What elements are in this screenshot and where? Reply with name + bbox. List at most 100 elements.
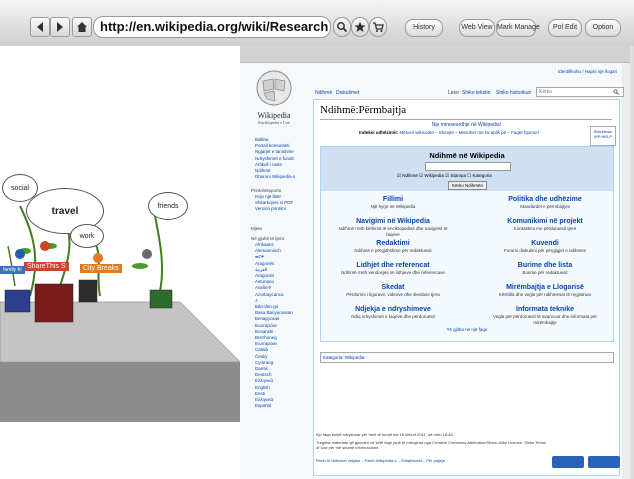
help-section-desc: Ndihmë rreth vendosjes së lidhjeve dhe r… [341, 270, 445, 275]
checkbox-help[interactable]: ☑ Ndihmë [397, 173, 418, 178]
help-section-desc: Standardet e përmbajtjes [519, 204, 571, 209]
sidebar-print-link[interactable]: Version printimi [255, 206, 293, 212]
help-section-title[interactable]: Informata teknike [485, 306, 605, 313]
help-box: Ndihmë në Wikipedia ☑ Ndihmë ☑ Wikipedia… [320, 146, 614, 342]
tab-history[interactable]: Shiko historikun [496, 90, 531, 96]
back-arrow-icon [37, 22, 43, 32]
3d-bookmark-scene: social travel work friends ShareThis S C… [0, 46, 240, 479]
search-button[interactable] [333, 17, 351, 37]
print-export-heading[interactable]: Printo/eksporto [251, 187, 293, 194]
navigation-links: Ballina Portali komuniteti Ngjarjet e tani… [255, 137, 295, 180]
help-section-desc: Përdorimi i figurave, videove dhe skedav… [346, 292, 440, 297]
help-section-title[interactable]: Ndjekja e ndryshimeve [333, 306, 453, 313]
cart-button[interactable] [369, 17, 387, 37]
tab-discussion[interactable]: Diskutimet [336, 90, 359, 96]
tab-help[interactable]: Ndihmë [315, 90, 332, 96]
print-export-links: Krijo një libër Shkarkojeni si PDF Version… [255, 194, 293, 213]
help-section-title[interactable]: Navigimi në Wikipedia [333, 218, 453, 225]
footer-links[interactable]: Rreth të dhënave vetjake – Rreth Wikiped… [316, 458, 445, 463]
help-section: Kuvendi Forumi diskutimi për përgjigjet e… [485, 240, 605, 254]
checkbox-wikipedia[interactable]: ☑ Wikipedia [419, 173, 444, 178]
help-section: Komunikimi në projekt Kontaktimi me përdo… [485, 218, 605, 232]
help-section-title[interactable]: Lidhjet dhe referencat [333, 262, 453, 269]
history-button[interactable]: History [405, 19, 443, 37]
title-divider [320, 119, 612, 120]
browser-toolbar: http://en.wikipedia.org/wiki/Research Hi… [0, 0, 634, 47]
back-button[interactable] [30, 17, 50, 37]
language-links: Afrikaans Alemannisch ወርቅ Aragonés العربية Ar… [255, 242, 293, 409]
forward-button[interactable] [50, 17, 70, 37]
help-section-title[interactable]: Mirëmbajtja e Llogarisë [485, 284, 605, 291]
help-section-desc: Një hyrje në Wikipedia [370, 204, 416, 209]
intro-label: Indeksi udhëzimit: [359, 130, 399, 135]
sidebar-nav-link[interactable]: Ngjarjet e tanishme [255, 149, 295, 155]
shortcut-box[interactable]: Shkurtesa: WP:HELP [590, 126, 616, 146]
mark-manage-button[interactable]: Mark Manage [496, 19, 540, 37]
tag-bubble-friends[interactable]: friends [148, 192, 188, 220]
help-section-title[interactable]: Politika dhe udhëzime [485, 196, 605, 203]
checkbox-category[interactable]: ☐ Kategoria [467, 173, 492, 178]
tab-view-source[interactable]: Shiko tekstin [462, 90, 490, 96]
search-help-button[interactable]: Kërko Ndihmën [448, 181, 488, 190]
help-box-title: Ndihmë në Wikipedia [429, 151, 505, 160]
intro-links[interactable]: Mësoni wikicodet – Shenjtit – Mesohet me… [400, 130, 539, 135]
wikimedia-badge[interactable] [552, 456, 584, 468]
option-button[interactable]: Option [585, 19, 621, 37]
help-section-desc: Ndihmë e përgjithshme për redaktuesit [354, 248, 432, 253]
web-view-scrollbar[interactable] [630, 46, 634, 479]
help-section-desc: Ndiq ndryshimet e faqeve dhe përdoruesit [351, 314, 435, 319]
help-section: Navigimi në Wikipedia Ndihmë rreth kërkim… [333, 218, 453, 237]
sidebar-nav-link[interactable]: Ndryshimet e fundit [255, 156, 295, 162]
web-view-panel: Identifikohu / Hapni një llogari Wikiped… [240, 46, 630, 479]
tag-bubble-work[interactable]: work [70, 224, 104, 248]
help-section: Burime dhe lista Burime për redaktuesit [485, 262, 605, 276]
help-section-desc: Këshilla dhe vegla për ndihmesat të regj… [498, 292, 592, 297]
checkbox-templates[interactable]: ☑ Stampa [445, 173, 466, 178]
help-section: Ndjekja e ndryshimeve Ndiq ndryshimet e f… [333, 306, 453, 320]
star-icon [354, 21, 366, 32]
help-section: Fillimi Një hyrje në Wikipedia [333, 196, 453, 210]
home-button[interactable] [72, 17, 92, 37]
help-section-title[interactable]: Skedat [333, 284, 453, 291]
search-icon [337, 22, 348, 33]
help-section-title[interactable]: Redaktimi [333, 240, 453, 247]
login-link[interactable]: Identifikohu / Hapni një llogari [558, 69, 617, 74]
url-text: http://en.wikipedia.org/wiki/Research [100, 19, 329, 34]
address-bar[interactable]: http://en.wikipedia.org/wiki/Research [93, 16, 331, 38]
bookmark-tag-family[interactable]: family fri [0, 266, 25, 274]
mediawiki-badge[interactable] [588, 456, 620, 468]
help-search-options: ☑ Ndihmë ☑ Wikipedia ☑ Stampa ☐ Kategori… [397, 173, 492, 179]
help-section-title[interactable]: Fillimi [333, 196, 453, 203]
help-section-desc: Forumi diskutimi për përgjigjet e ndihmë… [503, 248, 587, 253]
bookmark-tag-city-breaks[interactable]: City Breaks [80, 264, 122, 273]
sidebar-nav-link[interactable]: Dhuroni Wikipedia-s [255, 174, 295, 180]
article-content: Ndihmë:Përmbajtja Nje mireseardhje në Wi… [313, 99, 620, 476]
languages-heading[interactable]: Në gjuhë të tjera [251, 235, 293, 242]
page-title: Ndihmë:Përmbajtja [320, 104, 407, 116]
help-section: Informata teknike Vegla për përdoruesit t… [485, 306, 605, 325]
help-section-title[interactable]: Komunikimi në projekt [485, 218, 605, 225]
sidebar-language-link[interactable]: Español [255, 403, 293, 409]
bookmark-tag-sharethis[interactable]: ShareThis S [24, 262, 69, 271]
category-bar[interactable]: Kategoria: Wikipedia [320, 352, 614, 363]
tools-heading[interactable]: Mjete [251, 225, 262, 232]
footer-modified: Kjo faqe është ndryshuar për herë të fun… [316, 432, 454, 437]
help-search-input[interactable] [425, 162, 511, 171]
help-section: Lidhjet dhe referencat Ndihmë rreth vendo… [333, 262, 453, 276]
pol-edit-button[interactable]: Pol Edit [548, 19, 582, 37]
wiki-search-input[interactable] [536, 87, 624, 97]
help-section-title[interactable]: Burime dhe lista [485, 262, 605, 269]
search-icon[interactable] [613, 89, 619, 95]
web-view-header [240, 46, 630, 63]
help-section: Skedat Përdorimi i figurave, videove dhe … [333, 284, 453, 298]
intro-link[interactable]: Nje mireseardhje në Wikipedia! [314, 122, 619, 128]
web-view-button[interactable]: Web View [459, 19, 495, 37]
help-section-desc: Ndihmë rreth kërkimit të enciklopedisë d… [338, 226, 448, 237]
tab-read[interactable]: Lexo [448, 90, 459, 96]
cart-icon [373, 22, 384, 32]
bookmark-button[interactable] [351, 17, 369, 37]
all-on-one-page-link[interactable]: Të gjitha në një faqe [321, 327, 613, 332]
help-section: Mirëmbajtja e Llogarisë Këshilla dhe vegl… [485, 284, 605, 298]
print-export-section: Printo/eksporto Krijo një libër Shkarkoje… [251, 187, 293, 213]
help-section-title[interactable]: Kuvendi [485, 240, 605, 247]
